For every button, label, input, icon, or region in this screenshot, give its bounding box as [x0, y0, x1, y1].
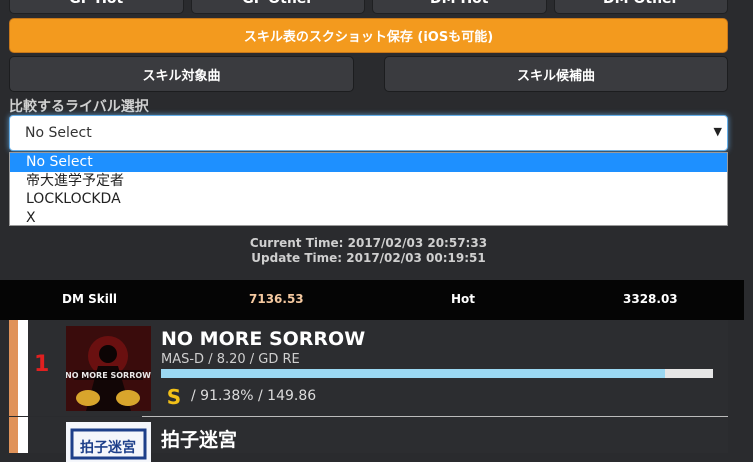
- rival-select-label: 比較するライバル選択: [9, 99, 149, 115]
- current-time: Current Time: 2017/02/03 20:57:33: [249, 236, 488, 250]
- song-jacket-image: 拍子迷宮: [66, 422, 151, 462]
- rival-option[interactable]: No Select: [10, 153, 727, 172]
- skill-summary-bar: DM Skill 7136.53 Hot 3328.03: [0, 280, 744, 320]
- skill-target-button[interactable]: スキル対象曲: [9, 56, 354, 92]
- rival-dropdown-list: No Select 帝大進学予定者 LOCKLOCKDA X: [9, 152, 728, 226]
- tab-dm-other[interactable]: DM Other: [553, 0, 728, 14]
- song-title: NO MORE SORROW: [161, 328, 366, 350]
- tab-gf-hot[interactable]: GF Hot: [9, 0, 184, 14]
- update-time: Update Time: 2017/02/03 00:19:51: [251, 251, 486, 265]
- hot-label: Hot: [451, 292, 476, 306]
- song-title: 拍子迷宮: [161, 429, 238, 451]
- skill-candidate-button[interactable]: スキル候補曲: [384, 56, 728, 92]
- rival-option[interactable]: 帝大進学予定者: [10, 172, 727, 191]
- dm-skill-value: 7136.53: [249, 292, 304, 306]
- rival-option[interactable]: X: [10, 209, 727, 228]
- song-rank-number: 1: [34, 352, 50, 377]
- time-info: Current Time: 2017/02/03 20:57:33 Update…: [0, 236, 737, 266]
- row-white-stripe: [18, 417, 28, 453]
- svg-text:拍子迷宮: 拍子迷宮: [80, 439, 136, 456]
- achievement-bar: [161, 369, 713, 378]
- caret-down-icon: ▼: [713, 125, 722, 138]
- song-score: / 91.38% / 149.86: [191, 388, 317, 404]
- rank-s-icon: S: [166, 385, 182, 409]
- song-jacket-image: NO MORE SORROW: [66, 326, 151, 411]
- skill-button-row: スキル対象曲 スキル候補曲: [9, 56, 728, 92]
- screenshot-save-button[interactable]: スキル表のスクショット保存 (iOSも可能): [9, 18, 728, 53]
- row-color-stripe: [9, 417, 18, 453]
- tab-dm-hot[interactable]: DM Hot: [372, 0, 547, 14]
- rival-select-value: No Select: [25, 125, 92, 141]
- svg-text:NO MORE SORROW: NO MORE SORROW: [66, 371, 151, 380]
- top-nav: GF Hot GF Other DM Hot DM Other: [9, 0, 728, 14]
- achievement-bar-fill: [161, 369, 666, 378]
- dm-skill-label: DM Skill: [62, 292, 118, 306]
- row-color-stripe: [9, 320, 18, 416]
- song-row[interactable]: 拍子迷宮 拍子迷宮: [9, 417, 728, 462]
- song-meta: MAS-D / 8.20 / GD RE: [161, 352, 300, 367]
- rival-select[interactable]: No Select ▼: [9, 115, 728, 151]
- rival-option[interactable]: LOCKLOCKDA: [10, 190, 727, 209]
- hot-value: 3328.03: [623, 292, 678, 306]
- tab-gf-other[interactable]: GF Other: [190, 0, 365, 14]
- row-white-stripe: [18, 320, 28, 416]
- song-row[interactable]: 1 NO MORE SORROW NO MORE SORROW MAS-D / …: [9, 320, 728, 416]
